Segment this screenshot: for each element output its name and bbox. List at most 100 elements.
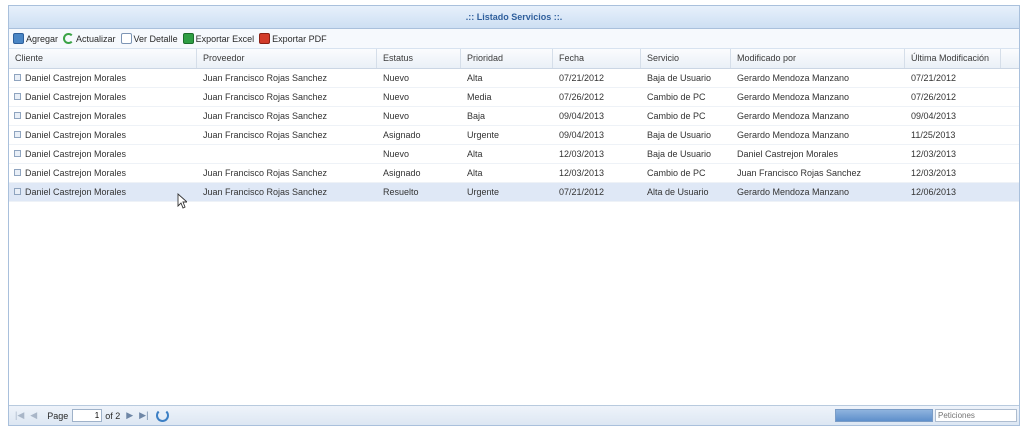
cell-text: Gerardo Mendoza Manzano [737,73,850,83]
cell-text: Juan Francisco Rojas Sanchez [203,73,328,83]
cell-modificado-por: Daniel Castrejon Morales [731,145,905,163]
cell-text: Baja de Usuario [647,130,712,140]
cell-fecha: 12/03/2013 [553,145,641,163]
table-row[interactable]: Daniel Castrejon Morales Juan Francisco R… [9,183,1019,202]
view-detail-button[interactable]: Ver Detalle [120,33,178,44]
excel-icon [182,33,194,44]
cell-fecha: 07/26/2012 [553,88,641,106]
cell-estatus: Nuevo [377,69,461,87]
cell-modificado-por: Gerardo Mendoza Manzano [731,69,905,87]
cell-text: Juan Francisco Rojas Sanchez [203,168,328,178]
table-row[interactable]: Daniel Castrejon Morales Nuevo Alta 12/03/2… [9,145,1019,164]
cell-servicio: Alta de Usuario [641,183,731,201]
table-row[interactable]: Daniel Castrejon Morales Juan Francisco R… [9,88,1019,107]
first-page-icon[interactable]: |◀ [15,410,24,421]
cell-text: Asignado [383,130,421,140]
column-header-modificado-por[interactable]: Modificado por [731,49,905,68]
cell-text: 07/21/2012 [559,187,605,197]
page-label: Page [47,410,69,421]
column-header-servicio[interactable]: Servicio [641,49,731,68]
last-page-icon[interactable]: ▶| [139,410,148,421]
next-page-icon[interactable]: ▶ [126,410,133,421]
cell-text: Alta [467,73,483,83]
cell-fecha: 07/21/2012 [553,69,641,87]
cell-cliente: Daniel Castrejon Morales [9,69,197,87]
cell-text: Baja [467,111,486,121]
cell-text: Nuevo [383,111,410,121]
toolbar: Agregar Actualizar Ver Detalle Exportar … [9,29,1019,49]
cell-text: Daniel Castrejon Morales [25,187,127,197]
row-checkbox[interactable] [14,169,21,176]
cell-servicio: Cambio de PC [641,88,731,106]
excel-label: Exportar Excel [195,33,255,44]
cell-cliente: Daniel Castrejon Morales [9,164,197,182]
cell-servicio: Baja de Usuario [641,69,731,87]
column-header-prioridad[interactable]: Prioridad [461,49,553,68]
table-row[interactable]: Daniel Castrejon Morales Juan Francisco R… [9,164,1019,183]
cell-text: Daniel Castrejon Morales [25,92,127,102]
cell-text: Daniel Castrejon Morales [737,149,839,159]
table-row[interactable]: Daniel Castrejon Morales Juan Francisco R… [9,126,1019,145]
search-input[interactable] [935,409,1017,422]
pager-right-tools [835,409,1017,422]
column-header-proveedor[interactable]: Proveedor [197,49,377,68]
cell-prioridad: Urgente [461,126,553,144]
cell-text: 12/03/2013 [911,168,957,178]
cell-estatus: Asignado [377,164,461,182]
row-checkbox[interactable] [14,93,21,100]
cell-proveedor: Juan Francisco Rojas Sanchez [197,126,377,144]
cell-prioridad: Alta [461,145,553,163]
table-header: Cliente Proveedor Estatus Prioridad Fech… [9,49,1019,69]
pager: |◀ ◀ Page of 2 ▶ ▶| [9,405,1019,425]
cell-text: 09/04/2013 [559,111,605,121]
cell-text: Daniel Castrejon Morales [25,130,127,140]
cell-text: 07/21/2012 [559,73,605,83]
cell-ultima-modificacion: 12/06/2013 [905,183,1001,201]
cell-text: 12/03/2013 [559,149,605,159]
cell-text: 12/06/2013 [911,187,957,197]
cell-modificado-por: Juan Francisco Rojas Sanchez [731,164,905,182]
cell-proveedor: Juan Francisco Rojas Sanchez [197,69,377,87]
row-checkbox[interactable] [14,188,21,195]
column-header-ultima-modificacion[interactable]: Última Modificación [905,49,1001,68]
mouse-cursor-icon [177,193,187,209]
page-number-input[interactable] [72,409,103,422]
pager-refresh-icon[interactable] [156,409,170,422]
table-row[interactable]: Daniel Castrejon Morales Juan Francisco R… [9,107,1019,126]
row-checkbox[interactable] [14,112,21,119]
column-header-estatus[interactable]: Estatus [377,49,461,68]
cell-modificado-por: Gerardo Mendoza Manzano [731,88,905,106]
cell-proveedor: Juan Francisco Rojas Sanchez [197,183,377,201]
cell-modificado-por: Gerardo Mendoza Manzano [731,183,905,201]
row-checkbox[interactable] [14,131,21,138]
cell-text: Juan Francisco Rojas Sanchez [203,111,328,121]
services-panel: .:: Listado Servicios ::. Agregar Actual… [8,5,1020,426]
cell-text: Baja de Usuario [647,149,712,159]
cell-estatus: Nuevo [377,145,461,163]
cell-text: Baja de Usuario [647,73,712,83]
table-body: Daniel Castrejon Morales Juan Francisco R… [9,69,1019,202]
cell-fecha: 12/03/2013 [553,164,641,182]
refresh-button[interactable]: Actualizar [63,33,116,44]
cell-ultima-modificacion: 09/04/2013 [905,107,1001,125]
export-excel-button[interactable]: Exportar Excel [182,33,255,44]
cell-text: Asignado [383,168,421,178]
cell-text: Juan Francisco Rojas Sanchez [203,92,328,102]
cell-text: 11/25/2013 [911,130,956,140]
cell-cliente: Daniel Castrejon Morales [9,107,197,125]
add-button[interactable]: Agregar [13,33,58,44]
cell-text: Juan Francisco Rojas Sanchez [203,187,328,197]
cell-ultima-modificacion: 12/03/2013 [905,145,1001,163]
export-pdf-button[interactable]: Exportar PDF [259,33,327,44]
column-header-cliente[interactable]: Cliente [9,49,197,68]
row-checkbox[interactable] [14,74,21,81]
row-checkbox[interactable] [14,150,21,157]
table-row[interactable]: Daniel Castrejon Morales Juan Francisco R… [9,69,1019,88]
cell-fecha: 07/21/2012 [553,183,641,201]
prev-page-icon[interactable]: ◀ [30,410,37,421]
cell-prioridad: Baja [461,107,553,125]
cell-text: Media [467,92,492,102]
cell-text: 07/26/2012 [559,92,605,102]
column-header-fecha[interactable]: Fecha [553,49,641,68]
detail-icon [120,33,132,44]
